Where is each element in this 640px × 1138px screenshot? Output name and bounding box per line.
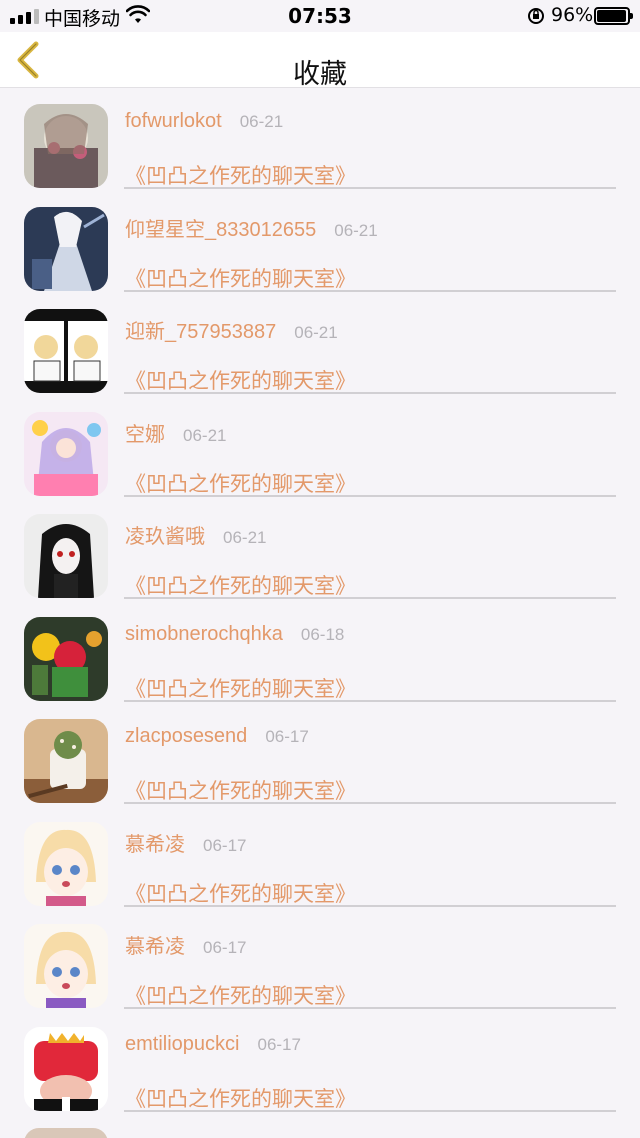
avatar[interactable] [24,309,108,393]
date-label: 06-18 [300,624,345,644]
user-name-text: 慕希凌 [125,833,185,856]
battery-percent: 96% [551,4,594,26]
favorite-item[interactable]: emtiliopuckci 06-17 《凹凸之作死的聊天室》 [0,1011,640,1114]
favorite-item[interactable]: 慕希凌 06-17 《凹凸之作死的聊天室》 [0,908,640,1011]
favorite-item[interactable]: 慕希凌 06-17 《凹凸之作死的聊天室》 [0,806,640,909]
divider [124,904,616,907]
book-title-link[interactable]: 《凹凸之作死的聊天室》 [125,263,356,293]
date-label: 06-21 [183,425,227,445]
avatar[interactable] [24,206,108,291]
divider [124,494,616,497]
divider [124,392,616,394]
book-title-link[interactable]: 《凹凸之作死的聊天室》 [125,980,356,1010]
user-name: 慕希凌 06-17 [125,828,246,857]
user-name-text: fofwurlokot [125,110,222,132]
favorite-item[interactable]: 迎新_757953887 06-21 《凹凸之作死的聊天室》 [0,293,640,396]
book-title-link[interactable]: 《凹凸之作死的聊天室》 [125,1083,356,1113]
date-label: 06-21 [294,323,338,342]
user-name: zlacposesend 06-17 [125,725,309,748]
status-bar: 中国移动 07:53 96% [0,0,640,32]
favorite-item[interactable]: 仰望星空_833012655 06-21 《凹凸之作死的聊天室》 [0,191,640,294]
user-name: 空娜 06-21 [125,418,226,447]
user-name: emtiliopuckci 06-17 [125,1033,301,1056]
book-title-link[interactable]: 《凹凸之作死的聊天室》 [125,673,356,703]
date-label: 06-17 [265,727,309,746]
avatar[interactable] [24,924,108,1008]
user-name-text: 空娜 [125,423,165,446]
user-name-text: 慕希凌 [125,936,185,958]
divider [124,597,616,599]
user-name-text: 迎新_757953887 [125,321,277,343]
user-name: fofwurlokot 06-21 [125,110,283,133]
book-title-link[interactable]: 《凹凸之作死的聊天室》 [125,775,356,805]
favorite-item[interactable]: simobnerochqhka 06-18 《凹凸之作死的聊天室》 [0,601,640,704]
rotation-lock-icon [526,6,546,31]
avatar[interactable] [24,1026,108,1111]
user-name: simobnerochqhka 06-18 [125,623,344,646]
page-title: 收藏 [293,59,347,90]
book-title-link[interactable]: 《凹凸之作死的聊天室》 [125,468,356,498]
avatar[interactable] [24,514,108,598]
favorite-item[interactable]: zlacposesend 06-17 《凹凸之作死的聊天室》 [0,703,640,806]
user-name: 迎新_757953887 06-21 [125,315,338,344]
divider [124,1109,616,1112]
book-title-link[interactable]: 《凹凸之作死的聊天室》 [125,570,356,600]
avatar[interactable] [24,104,108,188]
avatar[interactable] [24,719,108,803]
divider [124,699,616,702]
battery-level-fill [597,10,626,22]
favorite-item[interactable]: fofwurlokot 06-21 《凹凸之作死的聊天室》 [0,88,640,191]
book-title-link[interactable]: 《凹凸之作死的聊天室》 [125,878,356,908]
user-name: 凌玖酱哦 06-21 [125,520,266,549]
user-name-text: simobnerochqhka [125,622,283,645]
book-title-link[interactable]: 《凹凸之作死的聊天室》 [125,160,356,190]
date-label: 06-17 [257,1034,301,1054]
divider [124,187,616,189]
favorites-list[interactable]: fofwurlokot 06-21 《凹凸之作死的聊天室》 仰望星空_83301265… [0,88,640,1138]
date-label: 06-21 [239,112,284,131]
user-name-text: 仰望星空_833012655 [125,218,317,241]
date-label: 06-21 [334,220,378,240]
favorite-item[interactable]: 凌玖酱哦 06-21 《凹凸之作死的聊天室》 [0,498,640,601]
divider [124,802,616,804]
date-label: 06-17 [203,938,247,957]
avatar[interactable] [24,411,108,496]
date-label: 06-21 [223,528,267,547]
date-label: 06-17 [203,835,247,855]
user-name-text: emtiliopuckci [125,1032,240,1055]
divider [124,1007,616,1009]
user-name-text: 凌玖酱哦 [125,526,205,548]
user-name: 慕希凌 06-17 [125,930,246,959]
divider [124,289,616,292]
battery-icon [594,7,633,25]
user-name: 仰望星空_833012655 06-21 [125,213,378,242]
favorite-item[interactable]: 空娜 06-21 《凹凸之作死的聊天室》 [0,396,640,499]
user-name-text: zlacposesend [125,725,248,747]
avatar[interactable] [24,616,108,701]
navigation-bar: 收藏 [0,32,640,90]
avatar[interactable] [24,1128,108,1138]
avatar[interactable] [24,821,108,906]
book-title-link[interactable]: 《凹凸之作死的聊天室》 [125,365,356,395]
